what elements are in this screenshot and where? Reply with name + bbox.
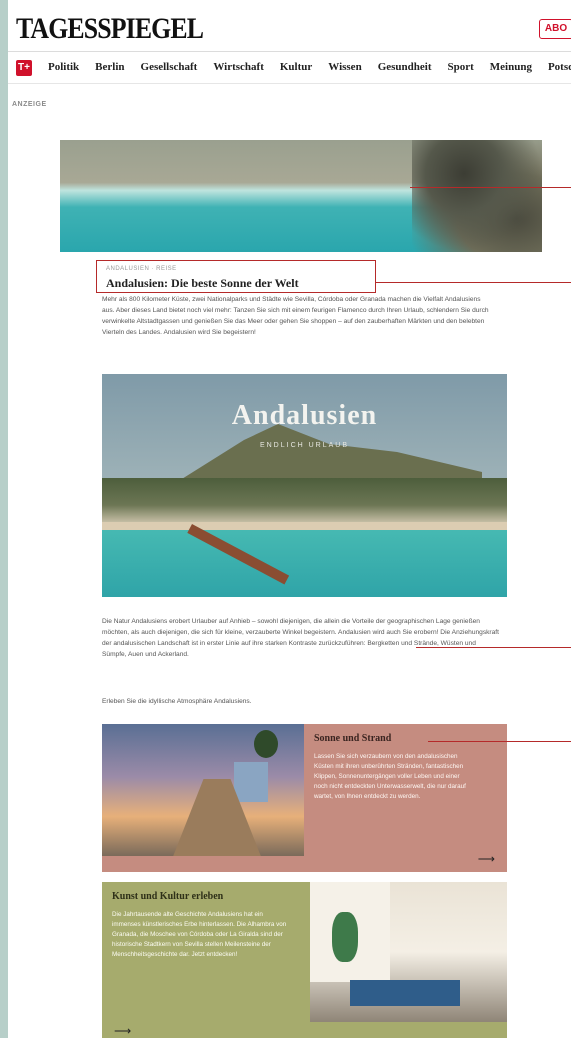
annotation-line-card1 bbox=[428, 741, 571, 742]
nav-item-politik[interactable]: Politik bbox=[48, 61, 79, 73]
ad-headline[interactable]: Andalusien: Die beste Sonne der Welt bbox=[106, 276, 299, 291]
nav-item-wissen[interactable]: Wissen bbox=[328, 61, 361, 73]
site-logo[interactable]: TAGESSPIEGEL bbox=[16, 12, 204, 46]
photo-title: Andalusien bbox=[231, 400, 378, 431]
photo-town bbox=[102, 478, 507, 523]
nav-list: Politik Berlin Gesellschaft Wirtschaft K… bbox=[48, 61, 571, 73]
card-sonne-strand[interactable]: Sonne und Strand Lassen Sie sich verzaub… bbox=[102, 724, 507, 872]
photo-sea bbox=[102, 530, 507, 597]
nav-item-potsdam[interactable]: Potsdam bbox=[548, 61, 571, 73]
annotation-line-body bbox=[416, 647, 571, 648]
nav-item-sport[interactable]: Sport bbox=[447, 61, 473, 73]
tplus-icon[interactable]: T+ bbox=[16, 60, 32, 76]
card2-title: Kunst und Kultur erleben bbox=[112, 891, 224, 902]
card1-text: Lassen Sie sich verzaubern von den andal… bbox=[314, 753, 466, 800]
arrow-right-icon[interactable]: ⟶ bbox=[478, 852, 495, 866]
card1-building bbox=[234, 762, 268, 802]
ad-body-line: Erleben Sie die idyllische Atmosphäre An… bbox=[102, 698, 252, 705]
card2-image bbox=[310, 882, 507, 1022]
abo-button[interactable]: ABO bbox=[539, 19, 571, 39]
annotation-line-headline bbox=[376, 282, 571, 283]
card1-title: Sonne und Strand bbox=[314, 733, 392, 744]
hero-rocks bbox=[412, 140, 542, 252]
card2-text: Die Jahrtausende alte Geschichte Andalus… bbox=[112, 911, 287, 958]
annotation-line-hero bbox=[410, 187, 571, 188]
card1-palm bbox=[254, 730, 278, 758]
hero-image bbox=[60, 140, 542, 252]
ad-body-paragraph: Die Natur Andalusiens erobert Urlauber a… bbox=[102, 618, 499, 658]
card2-tables bbox=[350, 980, 460, 1006]
nav-item-wirtschaft[interactable]: Wirtschaft bbox=[213, 61, 264, 73]
article-page: TAGESSPIEGEL ABO T+ Politik Berlin Gesel… bbox=[8, 0, 571, 1038]
ad-kicker: ANDALUSIEN · REISE bbox=[106, 266, 177, 272]
photo-subtitle: ENDLICH URLAUB bbox=[259, 442, 350, 449]
arrow-right-icon[interactable]: ⟶ bbox=[114, 1024, 131, 1038]
ad-label: ANZEIGE bbox=[12, 101, 47, 108]
card2-plant bbox=[332, 912, 358, 962]
andalusia-photo[interactable]: Andalusien ENDLICH URLAUB bbox=[102, 374, 507, 597]
card-kunst-kultur[interactable]: Kunst und Kultur erleben Die Jahrtausend… bbox=[102, 882, 507, 1038]
card1-image bbox=[102, 724, 304, 856]
nav-item-kultur[interactable]: Kultur bbox=[280, 61, 312, 73]
nav-item-gesundheit[interactable]: Gesundheit bbox=[378, 61, 432, 73]
nav-item-meinung[interactable]: Meinung bbox=[490, 61, 532, 73]
ad-intro: Mehr als 800 Kilometer Küste, zwei Natio… bbox=[102, 296, 489, 336]
nav-item-berlin[interactable]: Berlin bbox=[95, 61, 124, 73]
nav-item-gesellschaft[interactable]: Gesellschaft bbox=[141, 61, 198, 73]
main-nav: T+ Politik Berlin Gesellschaft Wirtschaf… bbox=[8, 52, 571, 84]
site-header: TAGESSPIEGEL ABO bbox=[8, 0, 571, 52]
